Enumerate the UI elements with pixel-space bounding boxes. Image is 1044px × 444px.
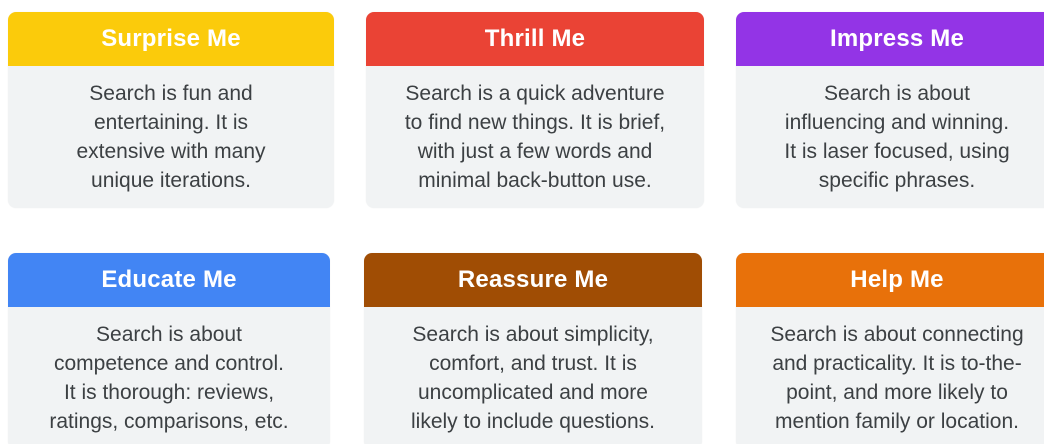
card-body: Search is about influencing and winning.… <box>736 66 1044 208</box>
card-header: Impress Me <box>736 12 1044 66</box>
card-description: Search is about connecting and practical… <box>770 323 1024 433</box>
card-title: Thrill Me <box>484 25 586 52</box>
card-help-me: Help Me Search is about connecting and p… <box>736 253 1044 444</box>
card-description: Search is about influencing and winning.… <box>784 82 1010 192</box>
card-header: Help Me <box>736 253 1044 307</box>
card-description: Search is a quick adventure to find new … <box>404 82 666 192</box>
card-title: Surprise Me <box>101 25 241 52</box>
card-title: Educate Me <box>101 266 237 293</box>
card-header: Educate Me <box>8 253 330 307</box>
card-description: Search is about simplicity, comfort, and… <box>411 323 655 433</box>
card-title: Help Me <box>850 266 944 293</box>
card-surprise-me: Surprise Me Search is fun and entertaini… <box>8 12 334 208</box>
card-description: Search is about competence and control. … <box>49 323 289 433</box>
card-body: Search is about competence and control. … <box>8 307 330 444</box>
card-body: Search is about simplicity, comfort, and… <box>364 307 702 444</box>
mindsets-grid: Surprise Me Search is fun and entertaini… <box>0 0 1044 444</box>
card-description: Search is fun and entertaining. It is ex… <box>76 82 266 192</box>
card-body: Search is fun and entertaining. It is ex… <box>8 66 334 208</box>
card-header: Reassure Me <box>364 253 702 307</box>
card-title: Impress Me <box>829 25 965 52</box>
card-body: Search is about connecting and practical… <box>736 307 1044 444</box>
card-impress-me: Impress Me Search is about influencing a… <box>736 12 1044 208</box>
card-educate-me: Educate Me Search is about competence an… <box>8 253 330 444</box>
card-body: Search is a quick adventure to find new … <box>366 66 704 208</box>
card-header: Surprise Me <box>8 12 334 66</box>
card-thrill-me: Thrill Me Search is a quick adventure to… <box>366 12 704 208</box>
card-title: Reassure Me <box>457 266 609 293</box>
card-reassure-me: Reassure Me Search is about simplicity, … <box>364 253 702 444</box>
card-header: Thrill Me <box>366 12 704 66</box>
